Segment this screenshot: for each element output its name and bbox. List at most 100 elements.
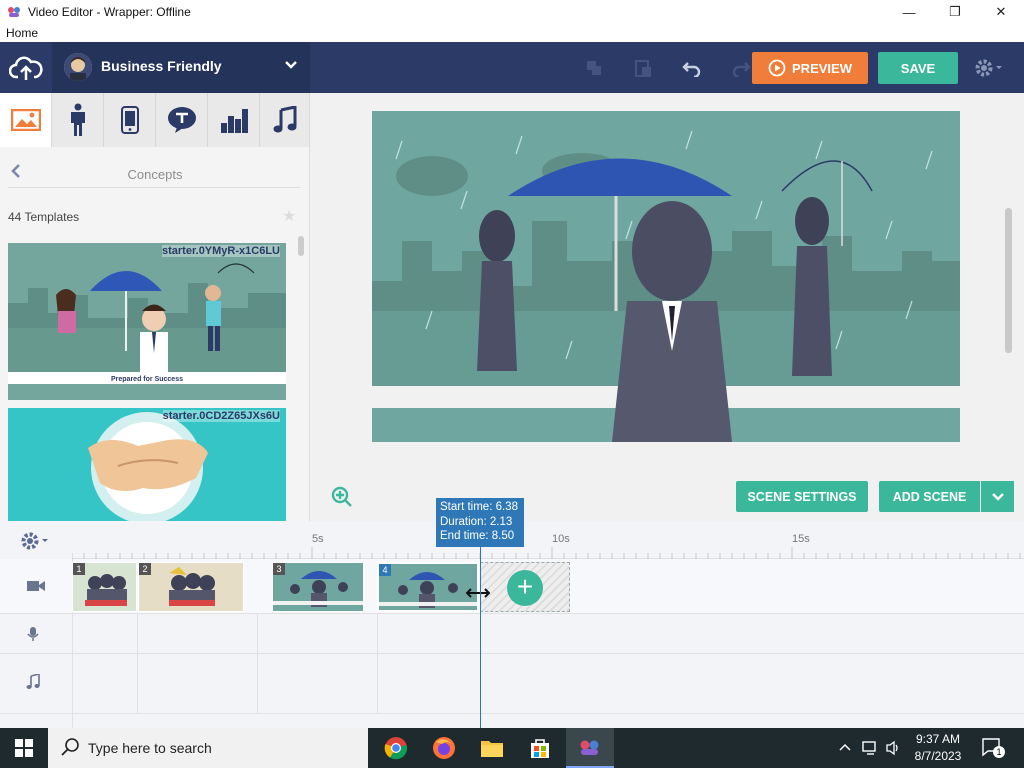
- add-scene-slot[interactable]: +: [480, 562, 570, 612]
- divider: [8, 187, 300, 188]
- settings-menu-button[interactable]: [974, 56, 1014, 80]
- start-button[interactable]: [0, 728, 48, 768]
- gear-icon: [975, 59, 1002, 77]
- zoom-in-icon[interactable]: [331, 486, 353, 508]
- microphone-icon: [26, 626, 40, 645]
- theme-name: Business Friendly: [101, 58, 222, 74]
- chrome-icon: [384, 737, 408, 760]
- time-ruler[interactable]: 5s 10s 15s: [72, 521, 1024, 559]
- timeline-scene-selected[interactable]: 4: [377, 562, 479, 612]
- tab-characters[interactable]: [52, 93, 104, 147]
- scene-number: 4: [379, 564, 391, 576]
- template-count: 44 Templates: [8, 210, 80, 224]
- chevron-up-icon[interactable]: [838, 740, 852, 757]
- paste-icon[interactable]: [631, 56, 655, 80]
- menu-home[interactable]: Home: [6, 26, 38, 40]
- category-title: Concepts: [127, 167, 183, 182]
- minimize-button[interactable]: —: [886, 0, 932, 24]
- scene-divider: [137, 614, 138, 714]
- scene-divider: [257, 614, 258, 714]
- phone-icon: [120, 106, 139, 134]
- ruler-label-15s: 15s: [792, 533, 810, 545]
- preview-button[interactable]: PREVIEW: [752, 52, 868, 84]
- timeline-panel: 5s 10s 15s 1 2 3 4 +: [0, 521, 1024, 728]
- cloud-upload-button[interactable]: [0, 42, 52, 93]
- asset-library-panel: Concepts 44 Templates ★ Prepared for Suc…: [0, 93, 310, 521]
- folder-icon: [481, 741, 503, 757]
- windows-logo-icon: [15, 739, 33, 757]
- scene-canvas[interactable]: [372, 111, 960, 442]
- plus-icon: +: [507, 570, 543, 606]
- tab-props[interactable]: [104, 93, 156, 147]
- resize-handle-icon[interactable]: [465, 586, 491, 605]
- search-icon: [61, 738, 79, 756]
- timeline-settings-button[interactable]: [20, 531, 52, 556]
- chart-icon: [220, 109, 248, 133]
- stage-area: SCENE SETTINGS ADD SCENE: [310, 93, 1024, 521]
- music-icon: [273, 106, 296, 133]
- taskbar-wrapper-offline[interactable]: [566, 728, 614, 768]
- character-icon: [70, 103, 85, 136]
- theme-selector[interactable]: Business Friendly: [52, 42, 310, 93]
- notification-center-button[interactable]: 1: [982, 738, 1005, 758]
- save-button[interactable]: SAVE: [878, 52, 958, 84]
- tab-charts[interactable]: [208, 93, 260, 147]
- image-icon: [10, 109, 41, 131]
- theme-avatar: [64, 53, 92, 81]
- taskbar-file-explorer[interactable]: [468, 728, 516, 768]
- template-preview-image: Prepared for Success: [8, 243, 286, 400]
- template-thumbnail[interactable]: Prepared for Success starter.0YMyR-x1C6L…: [8, 243, 286, 400]
- template-thumbnail[interactable]: starter.0CD2Z65JXs6U: [8, 408, 286, 521]
- timeline-scene[interactable]: 2: [138, 562, 244, 612]
- playhead[interactable]: [480, 545, 481, 728]
- timeline-scene[interactable]: 1: [72, 562, 137, 612]
- app-icon: [8, 7, 20, 17]
- taskbar-search[interactable]: Type here to search: [48, 728, 368, 768]
- chevron-down-icon: [284, 58, 298, 75]
- network-icon[interactable]: [862, 740, 880, 759]
- taskbar-store[interactable]: [516, 728, 564, 768]
- editor-header: Business Friendly: [0, 42, 1024, 93]
- star-icon[interactable]: ★: [282, 206, 296, 226]
- stage-scrollbar[interactable]: [1005, 208, 1012, 353]
- system-clock[interactable]: 9:37 AM 8/7/2023: [898, 731, 978, 765]
- scene-divider: [377, 614, 378, 714]
- play-circle-icon: [768, 59, 786, 77]
- window-title: Video Editor - Wrapper: Offline: [28, 5, 191, 19]
- library-scrollbar[interactable]: [298, 236, 304, 256]
- template-preview-image: [8, 408, 286, 521]
- firefox-icon: [433, 737, 455, 759]
- timeline-scene[interactable]: 3: [272, 562, 364, 612]
- taskbar-chrome[interactable]: [372, 728, 420, 768]
- add-scene-dropdown-button[interactable]: [981, 481, 1014, 512]
- end-time: End time: 8.50: [440, 530, 515, 542]
- scene-number: 1: [73, 563, 85, 575]
- scene-number: 2: [139, 563, 151, 575]
- redo-icon[interactable]: [729, 56, 753, 80]
- chevron-down-icon: [991, 492, 1004, 501]
- cloud-upload-icon: [9, 56, 43, 80]
- copy-icon[interactable]: [582, 56, 606, 80]
- tab-text[interactable]: [156, 93, 208, 147]
- template-id: starter.0CD2Z65JXs6U: [162, 410, 280, 422]
- notification-count: 1: [993, 746, 1005, 758]
- preview-label: PREVIEW: [792, 60, 852, 76]
- template-id: starter.0YMyR-x1C6LU: [162, 245, 280, 257]
- maximize-button[interactable]: ❐: [932, 0, 978, 24]
- tab-images[interactable]: [0, 93, 52, 147]
- search-placeholder: Type here to search: [88, 740, 212, 756]
- voice-track: [0, 614, 1024, 654]
- ruler-label-5s: 5s: [312, 533, 324, 545]
- close-button[interactable]: ✕: [978, 0, 1024, 24]
- windows-taskbar: Type here to search 9:37 AM 8/7/2023 1: [0, 728, 1024, 768]
- music-track: [0, 654, 1024, 714]
- scene-time-tooltip: Start time: 6.38 Duration: 2.13 End time…: [436, 498, 524, 547]
- scene-settings-button[interactable]: SCENE SETTINGS: [736, 481, 868, 512]
- template-caption: Prepared for Success: [111, 376, 183, 383]
- add-scene-button[interactable]: ADD SCENE: [879, 481, 980, 512]
- tab-sounds[interactable]: [260, 93, 310, 147]
- undo-icon[interactable]: [680, 56, 704, 80]
- ruler-label-10s: 10s: [552, 533, 570, 545]
- taskbar-firefox[interactable]: [420, 728, 468, 768]
- window-title-bar: Video Editor - Wrapper: Offline — ❐ ✕: [0, 0, 1024, 24]
